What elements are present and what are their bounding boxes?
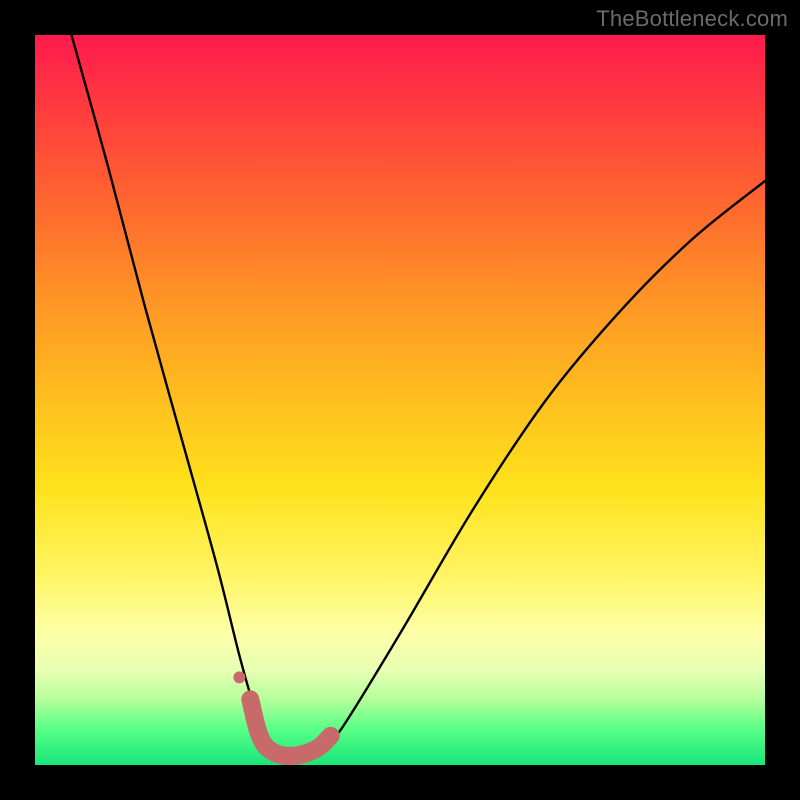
curve-svg xyxy=(35,35,765,765)
chart-frame: TheBottleneck.com xyxy=(0,0,800,800)
plot-area xyxy=(35,35,765,765)
bottom-highlight xyxy=(250,699,330,756)
extra-marker-dot xyxy=(233,671,245,683)
bottleneck-curve xyxy=(72,35,766,758)
bottom-highlight-path xyxy=(250,699,330,756)
watermark-text: TheBottleneck.com xyxy=(596,6,788,32)
